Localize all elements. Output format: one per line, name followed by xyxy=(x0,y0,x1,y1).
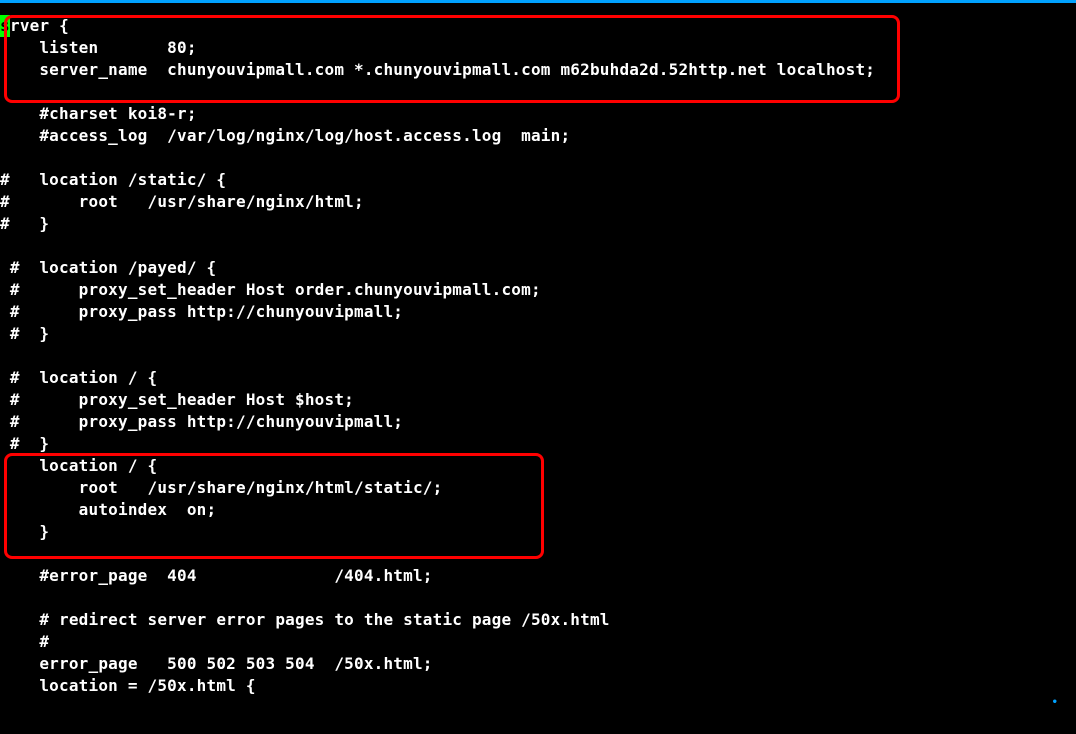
code-line-8: # location /static/ { xyxy=(0,169,1076,191)
code-line-11 xyxy=(0,235,1076,257)
code-line-17: # location / { xyxy=(0,367,1076,389)
code-line-19: # proxy_pass http://chunyouvipmall; xyxy=(0,411,1076,433)
code-line-29: # xyxy=(0,631,1076,653)
code-line-13: # proxy_set_header Host order.chunyouvip… xyxy=(0,279,1076,301)
code-line-10: # } xyxy=(0,213,1076,235)
code-line-7 xyxy=(0,147,1076,169)
code-text: rver { xyxy=(10,16,69,35)
code-line-31: location = /50x.html { xyxy=(0,675,1076,697)
code-line-18: # proxy_set_header Host $host; xyxy=(0,389,1076,411)
code-line-12: # location /payed/ { xyxy=(0,257,1076,279)
code-line-2: listen 80; xyxy=(0,37,1076,59)
code-line-1: srver { xyxy=(0,15,1076,37)
code-line-15: # } xyxy=(0,323,1076,345)
text-cursor: s xyxy=(0,15,10,37)
code-line-30: error_page 500 502 503 504 /50x.html; xyxy=(0,653,1076,675)
code-line-5: #charset koi8-r; xyxy=(0,103,1076,125)
terminal-editor[interactable]: srver { listen 80; server_name chunyouvi… xyxy=(0,3,1076,734)
code-line-14: # proxy_pass http://chunyouvipmall; xyxy=(0,301,1076,323)
code-line-9: # root /usr/share/nginx/html; xyxy=(0,191,1076,213)
code-line-20: # } xyxy=(0,433,1076,455)
code-line-27 xyxy=(0,587,1076,609)
code-line-24: } xyxy=(0,521,1076,543)
code-line-26: #error_page 404 /404.html; xyxy=(0,565,1076,587)
code-line-25 xyxy=(0,543,1076,565)
code-line-3: server_name chunyouvipmall.com *.chunyou… xyxy=(0,59,1076,81)
code-line-23: autoindex on; xyxy=(0,499,1076,521)
code-line-22: root /usr/share/nginx/html/static/; xyxy=(0,477,1076,499)
code-line-21: location / { xyxy=(0,455,1076,477)
collapse-marker-icon: • xyxy=(1052,692,1058,714)
code-line-16 xyxy=(0,345,1076,367)
code-line-6: #access_log /var/log/nginx/log/host.acce… xyxy=(0,125,1076,147)
code-line-4 xyxy=(0,81,1076,103)
code-line-28: # redirect server error pages to the sta… xyxy=(0,609,1076,631)
